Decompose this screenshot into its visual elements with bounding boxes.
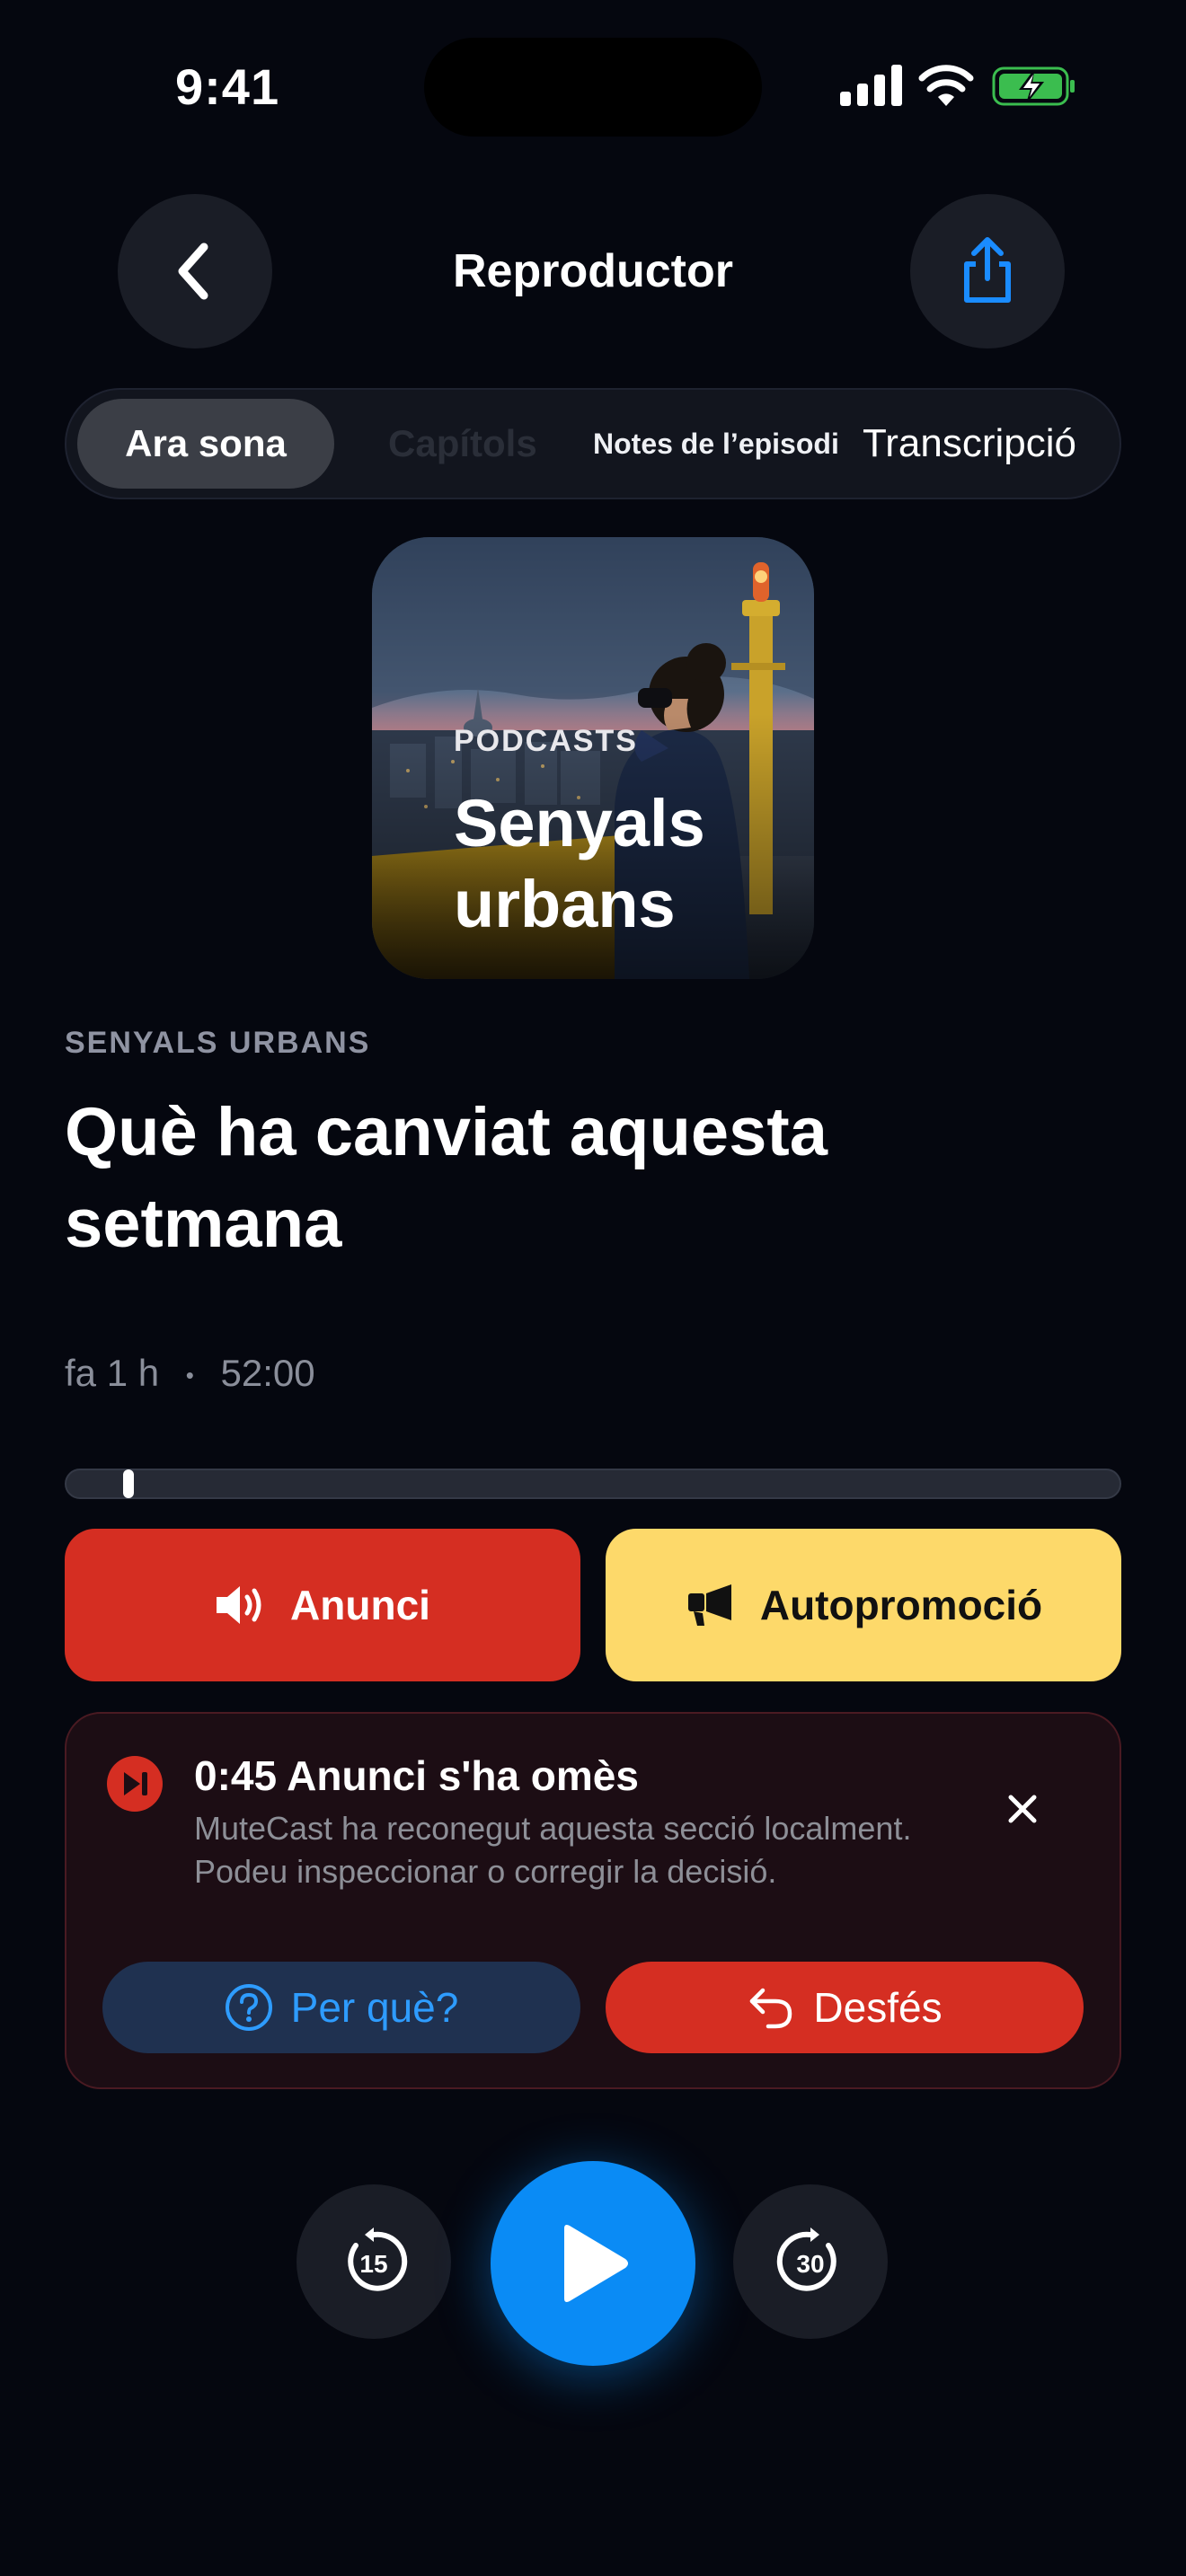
mark-ad-label: Anunci: [290, 1582, 430, 1628]
notice-title: 0:45 Anunci s'ha omès: [194, 1752, 639, 1799]
progress-thumb[interactable]: [123, 1469, 134, 1498]
tab-now-playing[interactable]: Ara sona: [77, 399, 334, 489]
tab-chapters[interactable]: Capítols: [388, 399, 537, 489]
play-button[interactable]: [491, 2161, 695, 2366]
skip-forward-button[interactable]: 30: [733, 2184, 888, 2339]
cellular-signal-icon: [840, 65, 902, 106]
notice-close-button[interactable]: [997, 1784, 1048, 1834]
mark-ad-button[interactable]: Anunci: [65, 1529, 580, 1681]
segmented-tabs: Ara sona Capítols Notes de l’episodi Tra…: [65, 388, 1121, 499]
undo-label: Desfés: [813, 1984, 943, 2031]
status-time: 9:41: [175, 58, 280, 115]
skip-back-button[interactable]: 15: [296, 2184, 451, 2339]
battery-charging-icon: [992, 66, 1075, 106]
share-button[interactable]: [910, 194, 1065, 348]
episode-age: fa 1 h: [65, 1352, 160, 1394]
speaker-icon: [217, 1586, 261, 1624]
skip-forward-seconds: 30: [796, 2250, 824, 2278]
close-icon: [1008, 1795, 1037, 1823]
wifi-icon: [918, 65, 974, 106]
artwork-title: Senyals urbans: [454, 786, 705, 941]
skip-forward-30-icon: 30: [776, 2228, 836, 2291]
why-button[interactable]: Per què?: [102, 1962, 580, 2053]
play-icon: [564, 2225, 628, 2302]
share-icon: [964, 237, 1011, 303]
undo-button[interactable]: Desfés: [606, 1962, 1084, 2053]
artwork-kicker: PODCASTS: [454, 724, 638, 758]
show-name[interactable]: SENYALS URBANS: [65, 1026, 370, 1061]
notice-body: MuteCast ha reconegut aquesta secció loc…: [194, 1810, 912, 1890]
undo-icon: [750, 1988, 792, 2029]
skip-back-seconds: 15: [359, 2250, 387, 2278]
tab-episode-notes[interactable]: Notes de l’episodi: [593, 399, 839, 489]
why-label: Per què?: [290, 1984, 459, 2031]
episode-title: Què ha canviat aquesta setmana: [65, 1094, 828, 1262]
meta-separator: •: [185, 1362, 194, 1389]
progress-bar[interactable]: [65, 1469, 1121, 1499]
skip-back-15-icon: 15: [348, 2228, 408, 2291]
episode-duration: 52:00: [220, 1352, 315, 1394]
episode-meta: fa 1 h • 52:00: [65, 1352, 315, 1395]
dynamic-island: [424, 38, 762, 137]
mark-self-promo-label: Autopromoció: [759, 1582, 1043, 1628]
question-icon: [225, 1984, 272, 2031]
skip-forward-icon: [107, 1756, 163, 1812]
tab-transcript[interactable]: Transcripció: [863, 399, 1076, 489]
mark-self-promo-button[interactable]: Autopromoció: [606, 1529, 1121, 1681]
megaphone-icon: [687, 1584, 731, 1626]
